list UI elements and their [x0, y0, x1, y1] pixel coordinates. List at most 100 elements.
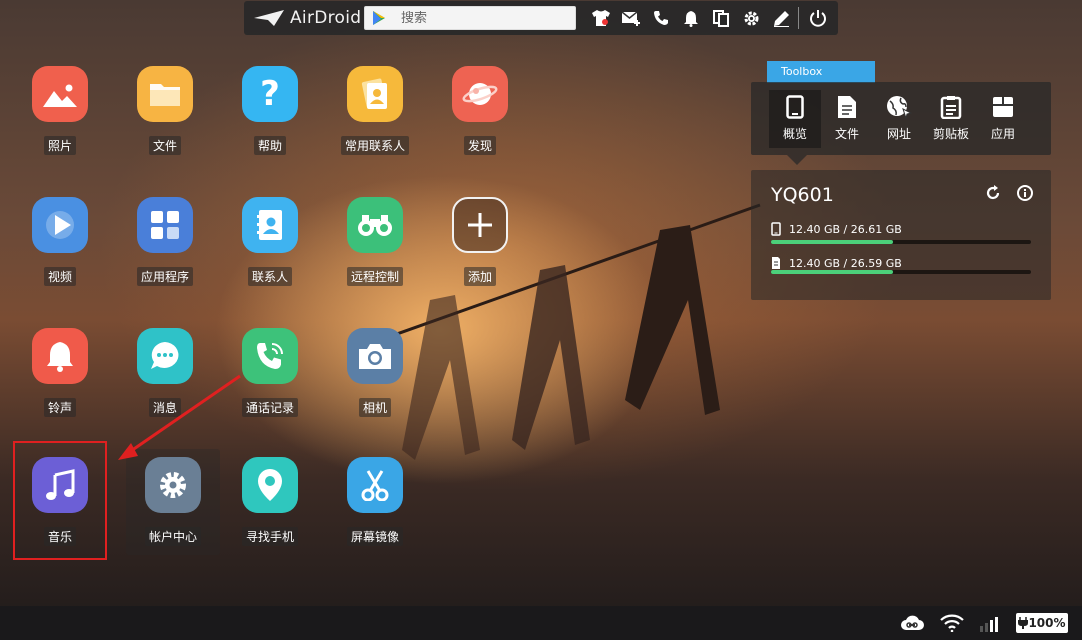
toolbox-tab[interactable]: Toolbox — [767, 61, 875, 83]
app-remote-control[interactable]: 远程控制 — [328, 189, 422, 295]
phone-icon[interactable] — [646, 3, 676, 33]
app-label: 联系人 — [247, 267, 292, 286]
app-photos[interactable]: 照片 — [13, 58, 107, 164]
status-bar: 100% — [0, 606, 1082, 640]
account-gear-icon — [145, 457, 201, 513]
app-label: 帮助 — [253, 136, 286, 155]
app-label: 消息 — [148, 398, 181, 417]
paper-plane-icon — [254, 10, 284, 26]
toolbar-divider — [798, 7, 799, 29]
discover-icon — [452, 66, 508, 122]
contacts-icon — [242, 197, 298, 253]
wifi-icon — [940, 614, 964, 636]
app-label: 屏幕镜像 — [346, 527, 403, 546]
app-call-log[interactable]: 通话记录 — [223, 320, 317, 426]
find-phone-icon — [242, 457, 298, 513]
apps-icon — [137, 197, 193, 253]
app-label: 视频 — [43, 267, 76, 286]
globe-icon — [887, 96, 912, 119]
scissors-icon — [347, 457, 403, 513]
add-icon — [452, 197, 508, 253]
phone-storage-icon — [771, 222, 781, 236]
app-messages[interactable]: 消息 — [118, 320, 212, 426]
internal-storage-text: 12.40 GB / 26.61 GB — [789, 222, 902, 236]
app-camera[interactable]: 相机 — [328, 320, 422, 426]
toolbox-pointer — [787, 155, 807, 165]
tool-label: 文件 — [834, 127, 859, 141]
file-icon — [838, 96, 856, 118]
gear-icon[interactable] — [736, 3, 766, 33]
sd-storage-text: 12.40 GB / 26.59 GB — [789, 256, 902, 270]
battery-indicator: 100% — [1016, 613, 1068, 633]
sd-storage-row: 12.40 GB / 26.59 GB — [771, 256, 902, 270]
tool-clipboard[interactable]: 剪贴板 — [925, 90, 977, 148]
info-icon[interactable] — [1017, 185, 1033, 205]
app-applications[interactable]: 应用程序 — [118, 189, 212, 295]
app-label: 文件 — [148, 136, 181, 155]
app-discover[interactable]: 发现 — [433, 58, 527, 164]
tool-label: 网址 — [886, 127, 911, 141]
brand-name: AirDroid — [290, 8, 362, 28]
app-label: 远程控制 — [346, 267, 403, 286]
app-label: 常用联系人 — [340, 136, 409, 155]
search-box[interactable] — [364, 6, 576, 30]
app-box-icon — [993, 97, 1013, 117]
toolbox-panel: 概览 文件 网址 剪贴板 应用 — [751, 82, 1051, 155]
toolbar-icons — [586, 3, 833, 33]
photos-icon — [32, 66, 88, 122]
app-files[interactable]: 文件 — [118, 58, 212, 164]
tool-apps[interactable]: 应用 — [977, 90, 1029, 148]
app-favorite-contacts[interactable]: 常用联系人 — [328, 58, 422, 164]
app-contacts[interactable]: 联系人 — [223, 189, 317, 295]
internal-storage-bar — [771, 240, 1031, 244]
app-label: 通话记录 — [241, 398, 298, 417]
pen-icon[interactable] — [766, 3, 796, 33]
cloud-link-icon[interactable] — [900, 614, 924, 636]
signal-icon — [978, 614, 1002, 636]
mail-add-icon[interactable] — [616, 3, 646, 33]
app-account-center[interactable]: 帐户中心 — [126, 449, 220, 555]
power-icon[interactable] — [803, 3, 833, 33]
app-add[interactable]: 添加 — [433, 189, 527, 295]
app-find-phone[interactable]: 寻找手机 — [223, 449, 317, 555]
tool-label: 剪贴板 — [932, 127, 969, 141]
search-input[interactable] — [393, 10, 563, 26]
plug-icon — [1018, 617, 1029, 629]
app-label: 应用程序 — [136, 267, 193, 286]
app-label: 帐户中心 — [144, 527, 201, 546]
sd-storage-fill — [771, 270, 894, 274]
app-label: 添加 — [463, 267, 496, 286]
app-ringtone[interactable]: 铃声 — [13, 320, 107, 426]
tshirt-icon[interactable] — [586, 3, 616, 33]
tool-label: 应用 — [990, 127, 1015, 141]
bell-icon[interactable] — [676, 3, 706, 33]
call-log-icon — [242, 328, 298, 384]
app-help[interactable]: ? 帮助 — [223, 58, 317, 164]
tool-files[interactable]: 文件 — [821, 90, 873, 148]
message-icon — [137, 328, 193, 384]
video-icon — [32, 197, 88, 253]
sd-card-icon — [772, 257, 780, 269]
airdroid-logo[interactable]: AirDroid — [244, 8, 364, 28]
tool-url[interactable]: 网址 — [873, 90, 925, 148]
internal-storage-fill — [771, 240, 894, 244]
device-info-panel: YQ601 12.40 GB / 26.61 GB 12.40 GB / 26.… — [751, 170, 1051, 300]
app-screen-mirror[interactable]: 屏幕镜像 — [328, 449, 422, 555]
app-label: 发现 — [463, 136, 496, 155]
tool-overview[interactable]: 概览 — [769, 89, 821, 148]
help-icon: ? — [242, 66, 298, 122]
camera-icon — [347, 328, 403, 384]
app-video[interactable]: 视频 — [13, 189, 107, 295]
clipboard-icon — [940, 96, 962, 119]
folder-icon — [137, 66, 193, 122]
top-toolbar: AirDroid — [244, 1, 838, 35]
copy-icon[interactable] — [706, 3, 736, 33]
binoculars-icon — [347, 197, 403, 253]
app-label: 照片 — [43, 136, 76, 155]
battery-level: 100% — [1028, 616, 1066, 630]
internal-storage-row: 12.40 GB / 26.61 GB — [771, 222, 902, 236]
sd-storage-bar — [771, 270, 1031, 274]
refresh-icon[interactable] — [985, 185, 1001, 205]
phone-overview-icon — [786, 95, 804, 119]
favorite-contacts-icon — [347, 66, 403, 122]
